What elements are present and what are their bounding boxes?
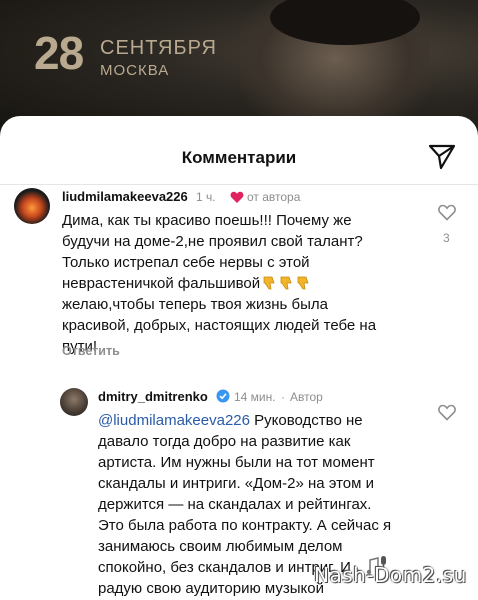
reply-button[interactable]: Ответить	[62, 344, 120, 358]
thumbs-down-icon	[260, 275, 311, 292]
author-like-label: от автора	[247, 190, 301, 204]
send-icon[interactable]	[428, 144, 456, 170]
comment-text: Дима, как ты красиво поешь!!! Почему же …	[62, 212, 377, 355]
divider	[0, 184, 478, 185]
like-count: 3	[443, 231, 450, 245]
comment-time: 14 мин.	[234, 390, 276, 404]
author-separator: ·	[281, 390, 285, 404]
heart-outline-icon[interactable]	[438, 404, 456, 421]
sheet-title: Комментарии	[181, 148, 297, 167]
avatar[interactable]	[60, 388, 88, 416]
heart-icon	[230, 191, 244, 203]
author-label: Автор	[290, 390, 323, 404]
banner-city: МОСКВА	[100, 62, 170, 79]
comment-time: 1 ч.	[196, 190, 216, 204]
avatar[interactable]	[14, 188, 50, 224]
watermark: Nash-Dom2.su	[314, 563, 467, 587]
comment-username[interactable]: liudmilamakeeva226	[62, 189, 188, 204]
mention-link[interactable]: @liudmilamakeeva226	[98, 412, 250, 429]
heart-outline-icon[interactable]	[438, 204, 456, 221]
banner-month: СЕНТЯБРЯ	[100, 37, 217, 59]
comment-username[interactable]: dmitry_dmitrenko	[98, 389, 208, 404]
banner-day: 28	[34, 27, 84, 79]
event-banner: 28 СЕНТЯБРЯ МОСКВА	[0, 0, 478, 130]
verified-badge-icon	[216, 389, 230, 403]
